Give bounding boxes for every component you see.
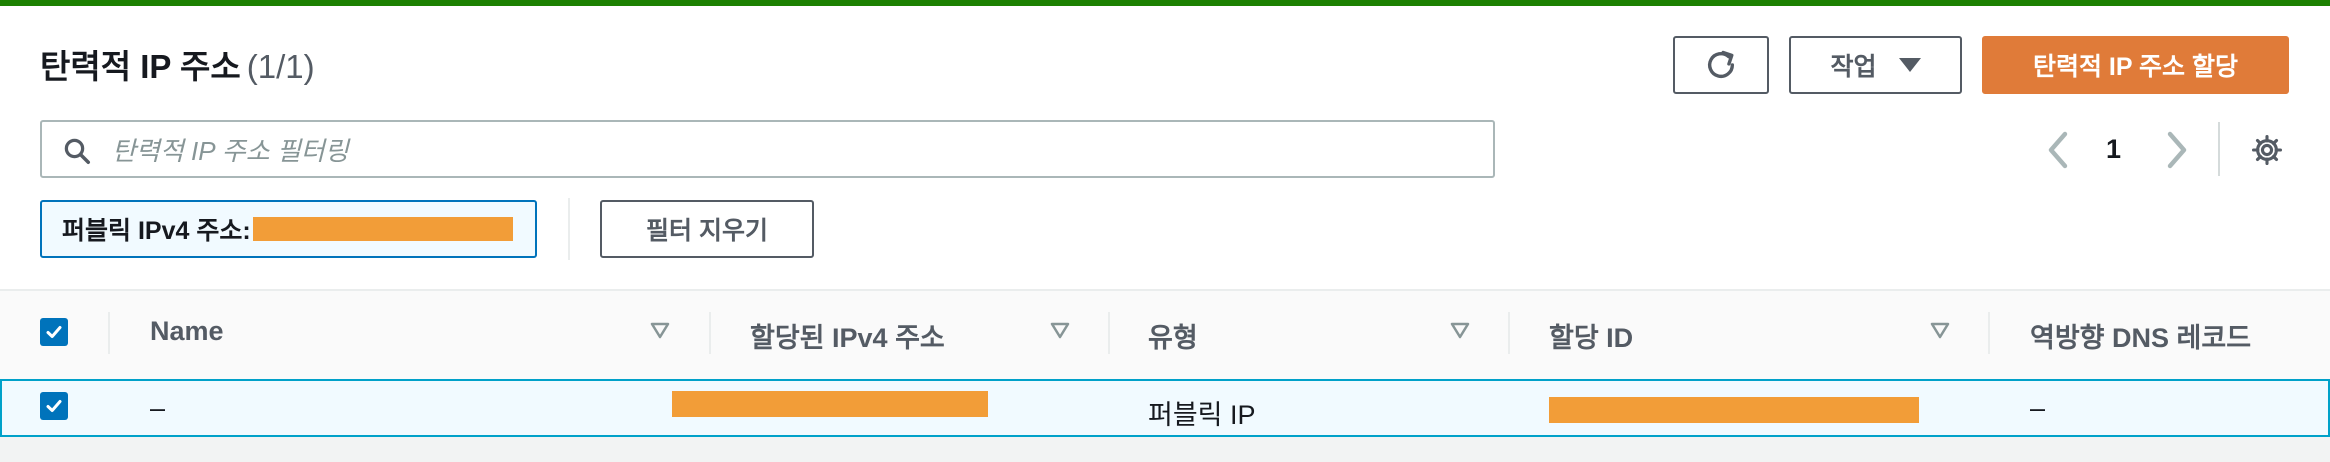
selection-count: (1/1) bbox=[246, 48, 315, 85]
sort-icon[interactable] bbox=[1450, 322, 1470, 340]
column-header-name[interactable]: Name bbox=[150, 316, 224, 347]
checkmark-icon bbox=[46, 326, 62, 338]
gear-icon bbox=[2251, 134, 2283, 166]
sort-icon[interactable] bbox=[1050, 322, 1070, 340]
column-header-allocation-id[interactable]: 할당 ID bbox=[1549, 316, 1633, 355]
select-all-checkbox[interactable] bbox=[40, 318, 68, 346]
cell-name: – bbox=[150, 393, 166, 423]
search-icon bbox=[64, 138, 90, 164]
page-number[interactable]: 1 bbox=[2106, 134, 2121, 165]
page-title-text: 탄력적 IP 주소 bbox=[40, 48, 241, 85]
column-divider bbox=[1108, 312, 1110, 354]
sort-icon[interactable] bbox=[650, 322, 670, 340]
pagination-divider bbox=[2218, 122, 2220, 176]
caret-down-icon bbox=[1898, 58, 1921, 72]
search-input[interactable] bbox=[110, 130, 1474, 172]
refresh-button[interactable] bbox=[1673, 36, 1769, 94]
chevron-left-icon bbox=[2048, 131, 2068, 169]
column-divider bbox=[1988, 312, 1990, 354]
allocate-elastic-ip-button[interactable]: 탄력적 IP 주소 할당 bbox=[1982, 36, 2289, 94]
actions-dropdown-button[interactable]: 작업 bbox=[1789, 36, 1962, 94]
previous-page-button[interactable] bbox=[2045, 130, 2071, 175]
column-divider bbox=[108, 312, 110, 354]
column-header-type[interactable]: 유형 bbox=[1148, 316, 1198, 355]
redacted-allocation-id-cell bbox=[1549, 397, 1919, 423]
row-checkbox[interactable] bbox=[40, 392, 68, 420]
cell-reverse-dns: – bbox=[2030, 393, 2046, 423]
table-bottom-area bbox=[0, 437, 2330, 462]
search-box bbox=[40, 120, 1495, 178]
column-divider bbox=[709, 312, 711, 354]
checkmark-icon bbox=[46, 400, 62, 412]
clear-filters-button[interactable]: 필터 지우기 bbox=[600, 200, 814, 258]
page-title: 탄력적 IP 주소 (1/1) bbox=[40, 40, 315, 88]
next-page-button[interactable] bbox=[2164, 130, 2190, 175]
column-header-ipv4[interactable]: 할당된 IPv4 주소 bbox=[750, 316, 945, 355]
filter-token[interactable]: 퍼블릭 IPv4 주소: bbox=[40, 200, 537, 258]
preferences-button[interactable] bbox=[2250, 133, 2284, 172]
refresh-icon bbox=[1707, 50, 1735, 78]
allocate-label: 탄력적 IP 주소 할당 bbox=[2032, 53, 2238, 81]
sort-icon[interactable] bbox=[1930, 322, 1950, 340]
redacted-ip-value bbox=[252, 217, 513, 241]
filter-divider bbox=[568, 198, 570, 260]
filter-token-label: 퍼블릭 IPv4 주소: bbox=[62, 217, 251, 245]
column-divider bbox=[1508, 312, 1510, 354]
clear-filters-label: 필터 지우기 bbox=[646, 217, 768, 245]
cell-type: 퍼블릭 IP bbox=[1148, 400, 1256, 430]
redacted-ipv4-cell bbox=[672, 391, 988, 417]
chevron-right-icon bbox=[2167, 131, 2187, 169]
actions-label: 작업 bbox=[1830, 53, 1877, 81]
column-header-reverse-dns[interactable]: 역방향 DNS 레코드 bbox=[2030, 316, 2251, 355]
